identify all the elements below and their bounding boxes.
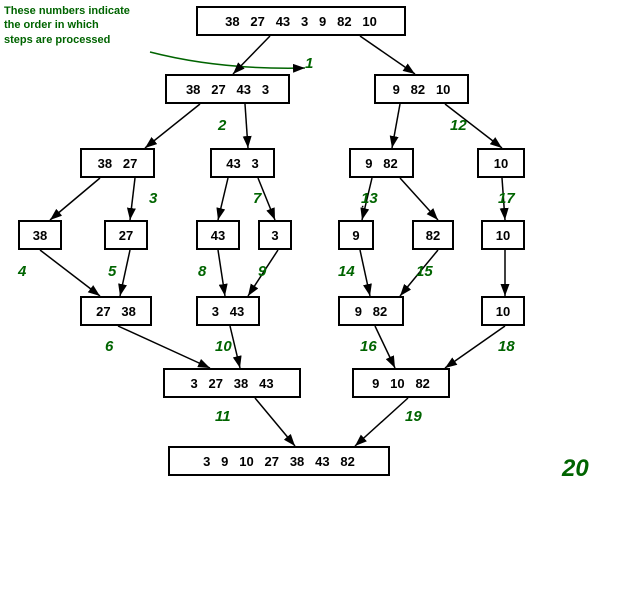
node-17: 9 82 xyxy=(338,296,404,326)
main-container: These numbers indicatethe order in which… xyxy=(0,0,618,595)
step-18: 18 xyxy=(498,338,515,355)
node-15: 27 38 xyxy=(80,296,152,326)
step-10: 10 xyxy=(215,338,232,355)
node-root: 38 27 43 3 9 82 10 xyxy=(196,6,406,36)
step-5: 5 xyxy=(108,263,116,280)
node-16: 3 43 xyxy=(196,296,260,326)
node-6: 9 82 xyxy=(349,148,414,178)
step-9: 9 xyxy=(258,263,266,280)
step-16: 16 xyxy=(360,338,377,355)
node-11: 3 xyxy=(258,220,292,250)
node-19: 3 27 38 43 xyxy=(163,368,301,398)
node-20: 9 10 82 xyxy=(352,368,450,398)
step-14: 14 xyxy=(338,263,355,280)
step-4: 4 xyxy=(18,263,26,280)
node-3: 9 82 10 xyxy=(374,74,469,104)
dot-decoration: · xyxy=(360,198,365,216)
step-11: 11 xyxy=(215,408,231,425)
step-15: 15 xyxy=(416,263,433,280)
step-12: 12 xyxy=(450,117,467,134)
node-9: 27 xyxy=(104,220,148,250)
step-7: 7 xyxy=(253,190,261,207)
step-1: 1 xyxy=(305,55,313,72)
node-5: 43 3 xyxy=(210,148,275,178)
step-6: 6 xyxy=(105,338,113,355)
node-2: 38 27 43 3 xyxy=(165,74,290,104)
step-3: 3 xyxy=(149,190,157,207)
node-7: 10 xyxy=(477,148,525,178)
node-18: 10 xyxy=(481,296,525,326)
step-8: 8 xyxy=(198,263,206,280)
step-19: 19 xyxy=(405,408,422,425)
step-20: 20 xyxy=(562,455,589,483)
node-10: 43 xyxy=(196,220,240,250)
step-17: 17 xyxy=(498,190,515,207)
step-2: 2 xyxy=(218,117,226,134)
node-13: 82 xyxy=(412,220,454,250)
node-8: 38 xyxy=(18,220,62,250)
node-4: 38 27 xyxy=(80,148,155,178)
annotation-text: These numbers indicatethe order in which… xyxy=(4,4,130,47)
node-12: 9 xyxy=(338,220,374,250)
node-14: 10 xyxy=(481,220,525,250)
node-final: 3 9 10 27 38 43 82 xyxy=(168,446,390,476)
